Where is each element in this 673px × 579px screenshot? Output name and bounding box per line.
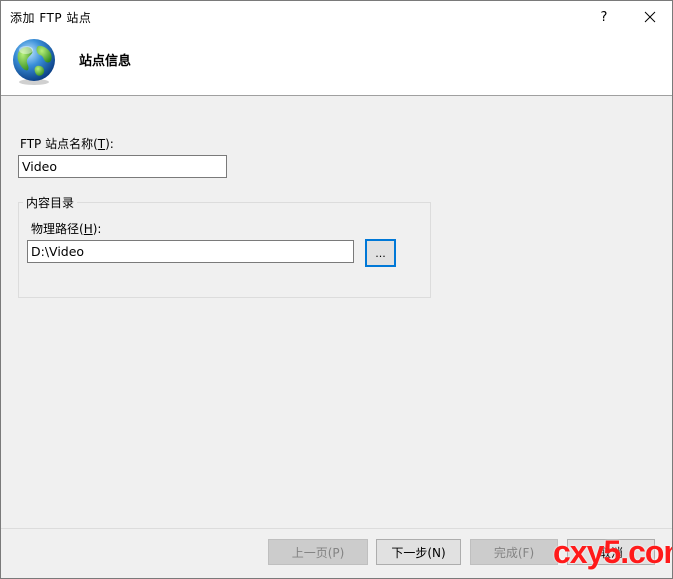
finish-button[interactable]: 完成(F) xyxy=(470,539,558,565)
window-title: 添加 FTP 站点 xyxy=(10,11,92,25)
title-bar: 添加 FTP 站点 ? xyxy=(1,1,672,33)
help-icon: ? xyxy=(600,9,608,25)
page-title: 站点信息 xyxy=(79,54,132,69)
site-name-label: FTP 站点名称(T): xyxy=(20,137,114,151)
close-button[interactable] xyxy=(627,1,672,33)
next-button[interactable]: 下一步(N) xyxy=(376,539,461,565)
previous-button[interactable]: 上一页(P) xyxy=(268,539,368,565)
physical-path-label: 物理路径(H): xyxy=(31,222,102,236)
footer-divider xyxy=(1,528,672,529)
close-icon xyxy=(644,11,656,23)
wizard-header: 站点信息 xyxy=(1,33,672,96)
browse-button[interactable]: ... xyxy=(365,239,396,267)
watermark: cxy5.com xyxy=(553,534,672,570)
site-name-input[interactable]: Video xyxy=(18,155,227,178)
content-directory-title: 内容目录 xyxy=(23,194,78,211)
help-button[interactable]: ? xyxy=(581,1,627,33)
physical-path-input[interactable]: D:\Video xyxy=(27,240,354,263)
add-ftp-site-dialog: 添加 FTP 站点 ? 站点信息 FTP 站点名称(T): Video 内容目录… xyxy=(0,0,673,579)
globe-icon xyxy=(13,39,55,85)
